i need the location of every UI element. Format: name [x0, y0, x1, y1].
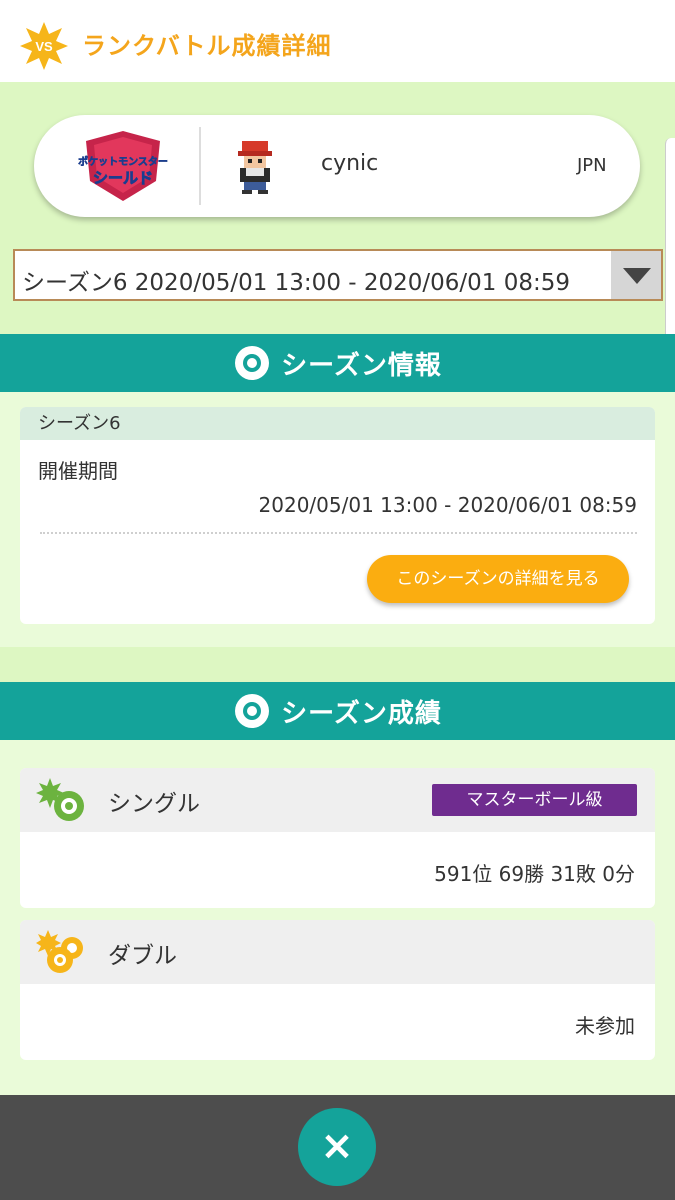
- player-country: JPN: [577, 155, 607, 176]
- page-title: ランクバトル成績詳細: [82, 32, 332, 60]
- single-battle-icon: [36, 778, 84, 821]
- pokeball-icon: [235, 694, 270, 728]
- season-info-header: シーズン情報: [0, 334, 675, 392]
- single-result-card: シングル マスターボール級 591位 69勝 31敗 0分: [20, 768, 655, 908]
- single-label: シングル: [108, 791, 200, 817]
- season-results-header: シーズン成績: [0, 682, 675, 740]
- pokeball-icon: [235, 346, 270, 380]
- svg-text:VS: VS: [35, 39, 53, 54]
- season-info-title: シーズン情報: [281, 350, 442, 381]
- profile-card: ポケットモンスター シールド cynic JPN: [34, 115, 640, 217]
- single-result-head: シングル マスターボール級: [20, 768, 655, 832]
- period-value: 2020/05/01 13:00 - 2020/06/01 08:59: [258, 493, 637, 517]
- app-header: VS ランクバトル成績詳細: [0, 0, 675, 82]
- svg-text:ポケットモンスター: ポケットモンスター: [78, 155, 168, 168]
- trainer-avatar: [238, 141, 272, 194]
- double-battle-icon: [36, 930, 83, 973]
- season-results-title: シーズン成績: [281, 698, 442, 729]
- double-label: ダブル: [108, 943, 177, 969]
- season-detail-button[interactable]: このシーズンの詳細を見る: [367, 555, 629, 603]
- season-select[interactable]: シーズン6 2020/05/01 13:00 - 2020/06/01 08:5…: [13, 249, 663, 301]
- season-select-value: シーズン6 2020/05/01 13:00 - 2020/06/01 08:5…: [22, 270, 571, 296]
- player-name: cynic: [321, 151, 379, 176]
- dotted-divider: [40, 532, 637, 534]
- close-button[interactable]: ×: [298, 1108, 376, 1186]
- rank-badge: マスターボール級: [432, 784, 637, 816]
- double-result-head: ダブル: [20, 920, 655, 984]
- period-label: 開催期間: [38, 459, 118, 483]
- season-name: シーズン6: [20, 407, 655, 440]
- season-select-toggle[interactable]: [611, 251, 661, 299]
- vs-badge-icon: VS: [20, 22, 68, 70]
- profile-divider: [199, 127, 201, 205]
- pokemon-shield-logo: ポケットモンスター シールド: [78, 131, 168, 201]
- scroll-handle[interactable]: [665, 138, 675, 358]
- double-record: 未参加: [575, 1014, 635, 1038]
- chevron-down-icon: [623, 268, 651, 284]
- svg-text:シールド: シールド: [93, 170, 153, 187]
- double-result-card: ダブル 未参加: [20, 920, 655, 1060]
- section-separator: [0, 647, 675, 682]
- single-record: 591位 69勝 31敗 0分: [434, 862, 635, 886]
